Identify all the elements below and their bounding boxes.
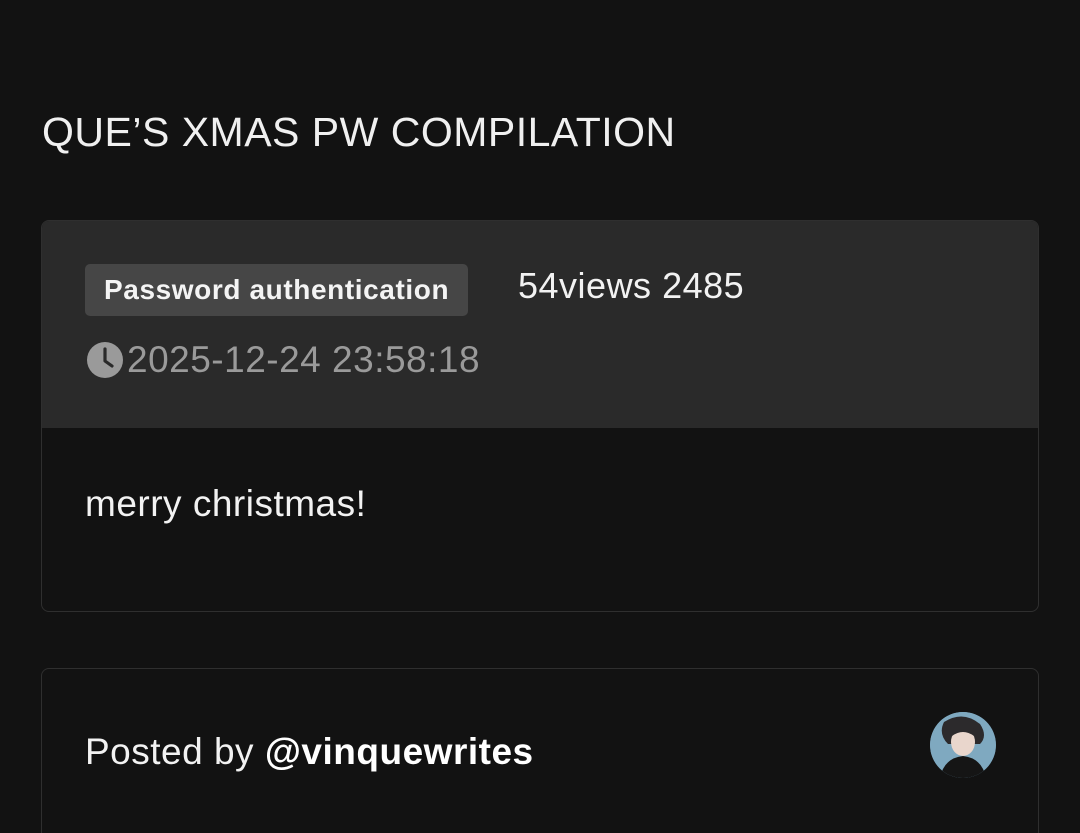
page: QUE’S XMAS PW COMPILATION Password authe… (0, 0, 1080, 833)
avatar-image (930, 712, 996, 778)
post-header: Password authentication 54views 2485 202… (42, 221, 1038, 428)
post-card: Password authentication 54views 2485 202… (41, 220, 1039, 612)
timestamp-row: 2025-12-24 23:58:18 (85, 337, 480, 383)
post-timestamp: 2025-12-24 23:58:18 (127, 339, 481, 380)
post-stats: 54views 2485 (518, 263, 744, 309)
post-number: 2485 (662, 265, 745, 306)
author-card: Posted by @vinquewrites (41, 668, 1039, 833)
clock-icon (87, 342, 123, 378)
author-handle-link[interactable]: @vinquewrites (265, 731, 534, 772)
posted-by: Posted by @vinquewrites (85, 727, 534, 777)
view-count: 54views (518, 265, 652, 306)
post-body: merry christmas! (85, 483, 367, 524)
posted-by-label: Posted by (85, 731, 255, 772)
page-title: QUE’S XMAS PW COMPILATION (42, 109, 676, 155)
avatar[interactable] (930, 712, 996, 778)
password-badge: Password authentication (85, 264, 469, 316)
